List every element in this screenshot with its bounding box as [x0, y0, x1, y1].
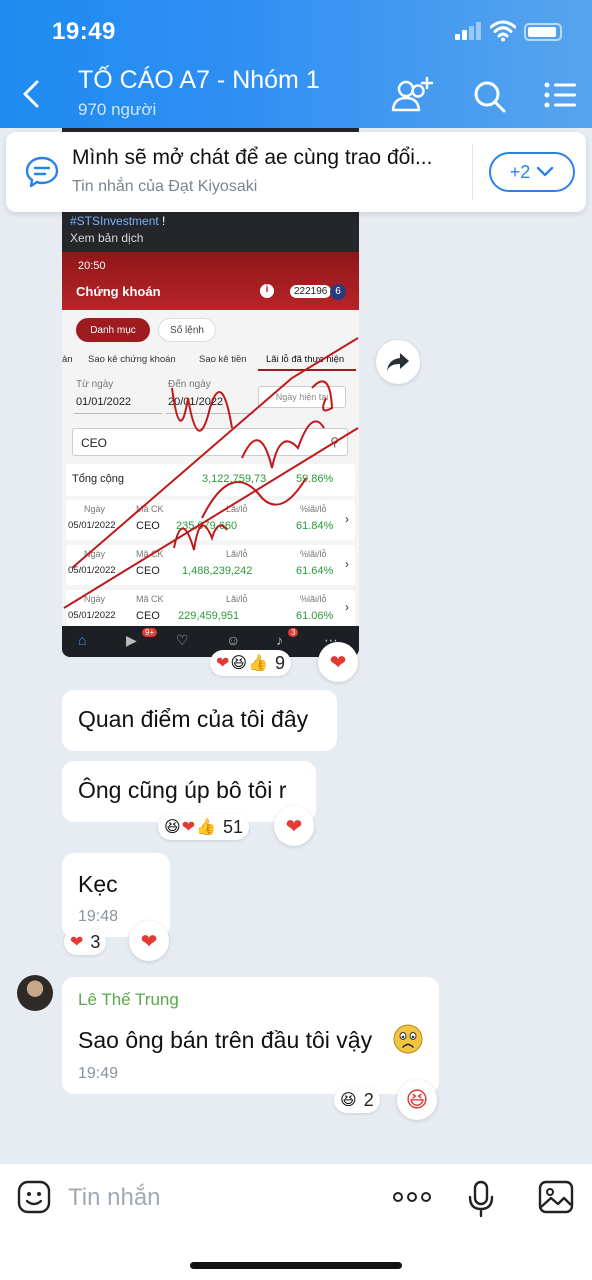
home-indicator	[190, 1262, 402, 1269]
pinned-message[interactable]: Mình sẽ mở chát để ae cùng trao đổi... T…	[6, 132, 586, 212]
message-bubble[interactable]: Lê Thế Trung Sao ông bán trên đầu tôi vậ…	[62, 977, 439, 1094]
chat-header: 19:49 TỐ CÁO A7 - Nhóm 1 970 người	[0, 0, 592, 128]
message-text: Quan điểm của tôi đây	[78, 706, 309, 732]
heart-outline-icon: ♡	[176, 632, 189, 648]
heart-icon: ❤	[181, 819, 196, 836]
react-heart-button[interactable]: ❤	[274, 806, 314, 846]
sticker-icon[interactable]	[17, 1180, 51, 1214]
thumbs-up-icon: 👍	[248, 655, 269, 672]
add-member-icon[interactable]	[390, 76, 434, 116]
image-icon[interactable]	[538, 1180, 574, 1214]
screenshot-section-title: Chứng khoán	[76, 284, 161, 299]
reaction-summary[interactable]: 😆 2	[334, 1087, 380, 1113]
react-heart-button[interactable]: ❤	[129, 921, 169, 961]
reaction-summary[interactable]: 😆 ❤ 👍 51	[158, 814, 250, 840]
video-icon: ▶	[126, 632, 137, 648]
forward-icon	[387, 353, 409, 371]
screenshot-time: 20:50	[78, 260, 106, 272]
laugh-icon: 😆	[230, 655, 248, 672]
screenshot-to-value: 20/01/2022	[168, 396, 224, 408]
react-heart-button[interactable]: ❤	[318, 642, 358, 682]
heart-icon: ❤	[70, 934, 84, 951]
pinned-more-button[interactable]: +2	[489, 152, 575, 192]
reaction-summary[interactable]: ❤ 😆 👍 9	[210, 650, 292, 676]
screenshot-red-header	[62, 252, 359, 310]
screenshot-pl-row: Ngày Mã CK Lãi/lỗ %lãi/lỗ 05/01/2022 CEO…	[66, 545, 355, 585]
message-bubble[interactable]: Quan điểm của tôi đây	[62, 690, 337, 751]
message-text: Sao ông bán trên đầu tôi vậy	[78, 1027, 373, 1053]
member-count[interactable]: 970 người	[78, 100, 156, 120]
worried-face-icon	[393, 1024, 423, 1054]
react-laugh-button[interactable]: 😆	[397, 1080, 437, 1120]
search-icon: ⚲	[330, 435, 339, 449]
chat-bubble-icon	[25, 156, 59, 188]
info-icon: i	[260, 284, 274, 298]
screenshot-tab-underline	[258, 369, 356, 371]
screenshot-seg-orders: Số lệnh	[158, 318, 216, 342]
pinned-author: Tin nhắn của Đạt Kiyosaki	[72, 178, 258, 195]
back-icon[interactable]	[18, 78, 46, 110]
laugh-icon: 😆	[164, 819, 181, 836]
screenshot-total-row: Tổng cộng 3,122,759,73 59.86%	[66, 464, 355, 496]
signal-icon	[455, 22, 481, 40]
menu-icon[interactable]	[540, 76, 584, 116]
thumbs-up-icon: 👍	[196, 819, 217, 836]
screenshot-to-label: Đến ngày	[168, 379, 211, 390]
status-time: 19:49	[52, 18, 116, 45]
message-time: 19:48	[78, 908, 119, 925]
sender-name[interactable]: Lê Thế Trung	[78, 990, 179, 1010]
search-icon[interactable]	[468, 76, 512, 116]
screenshot-bottom-nav: ⌂ ▶ 9+ ♡ ☺ ♪ 3 ⋯	[62, 626, 359, 657]
microphone-icon[interactable]	[468, 1180, 494, 1218]
chat-title[interactable]: TỐ CÁO A7 - Nhóm 1	[78, 66, 320, 95]
pinned-text: Mình sẽ mở chát để ae cùng trao đổi...	[72, 146, 433, 169]
screenshot-translate-text: Xem bản dịch	[70, 231, 144, 245]
laugh-icon: 😆	[405, 1087, 429, 1112]
message-input[interactable]: Tin nhắn	[68, 1184, 161, 1212]
divider	[472, 144, 473, 200]
screenshot-seg-portfolio: Danh mục	[76, 318, 150, 342]
more-options-icon[interactable]	[392, 1191, 432, 1203]
screenshot-pl-row: Ngày Mã CK Lãi/lỗ %lãi/lỗ 05/01/2022 CEO…	[66, 590, 355, 626]
laugh-icon: 😆	[340, 1092, 357, 1109]
screenshot-account-number: 6	[330, 284, 346, 300]
heart-icon: ❤	[216, 655, 230, 672]
screenshot-account: 222196	[290, 285, 332, 298]
bell-icon: ♪	[276, 632, 283, 648]
home-icon: ⌂	[78, 632, 87, 648]
forward-button[interactable]	[376, 340, 420, 384]
screenshot-search: CEO ⚲	[72, 428, 348, 456]
status-bar: 19:49	[0, 0, 592, 64]
avatar[interactable]	[17, 975, 53, 1011]
screenshot-from-label: Từ ngày	[76, 379, 114, 390]
message-text: Ông cũng úp bô tôi r	[78, 777, 287, 803]
wifi-icon	[490, 20, 516, 42]
screenshot-hashtag: #STSInvestment !	[70, 214, 166, 228]
chevron-down-icon	[537, 166, 554, 177]
screenshot-pl-row: Ngày Mã CK Lãi/lỗ %lãi/lỗ 05/01/2022 CEO…	[66, 500, 355, 540]
reaction-summary[interactable]: ❤ 3	[64, 929, 107, 955]
screenshot-today-button: Ngày hiện tại	[258, 386, 346, 408]
message-time: 19:49	[78, 1065, 119, 1082]
screenshot-from-value: 01/01/2022	[76, 396, 132, 408]
battery-icon	[524, 23, 562, 41]
group-icon: ☺	[226, 632, 241, 648]
message-text: Kẹc	[78, 871, 118, 897]
